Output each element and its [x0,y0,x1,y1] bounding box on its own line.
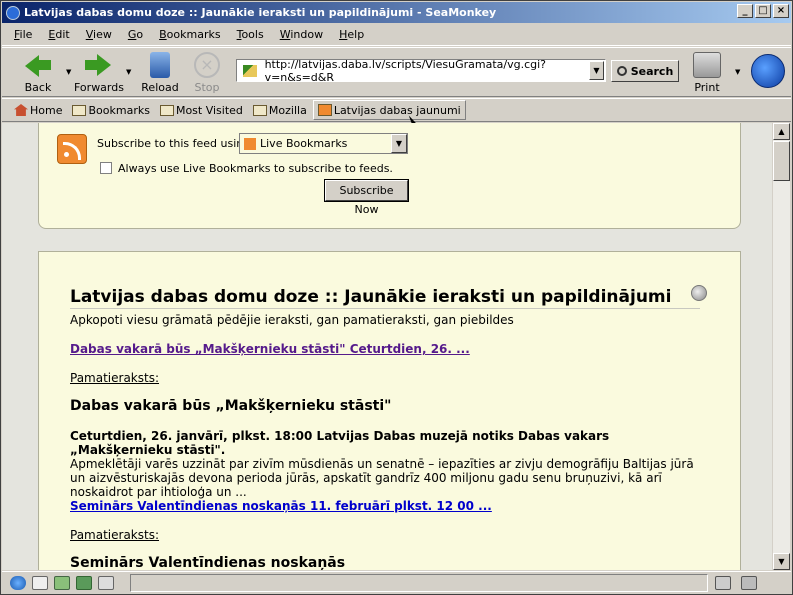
always-use-checkbox[interactable] [100,162,112,174]
rss-feed-icon [57,134,87,164]
home-icon [14,104,28,116]
scroll-down-icon[interactable]: ▼ [773,553,790,570]
maximize-button[interactable]: □ [755,4,771,18]
print-dropdown-icon[interactable]: ▼ [735,68,740,76]
menu-help[interactable]: Help [339,28,364,41]
stop-button[interactable]: × Stop [183,52,231,94]
folder-icon [72,104,87,116]
menu-tools[interactable]: Tools [237,28,264,41]
subscribe-label: Subscribe to this feed using [97,137,251,150]
forward-arrow-icon [84,52,112,78]
chat-icon[interactable] [76,575,92,590]
subscribe-now-button[interactable]: Subscribe Now [324,179,409,216]
forwards-button[interactable]: Forwards [74,52,124,94]
menu-window[interactable]: Window [280,28,323,41]
title-bar: Latvijas dabas domu doze :: Jaunākie ier… [2,2,791,23]
navigation-toolbar: Back ▼ Forwards ▼ Reload × Stop http://l… [2,47,791,97]
menu-go[interactable]: Go [128,28,143,41]
menu-view[interactable]: View [86,28,112,41]
folder-icon [159,104,174,116]
url-bar[interactable]: http://latvijas.daba.lv/scripts/ViesuGra… [236,57,606,84]
throbber-icon[interactable] [751,54,785,88]
address-book-icon[interactable] [98,575,114,590]
live-bookmarks-icon [244,137,256,150]
scroll-up-icon[interactable]: ▲ [773,123,790,140]
seamonkey-logo-icon [6,5,20,20]
feed-reader-select[interactable]: Live Bookmarks ▼ [239,133,408,154]
composer-icon[interactable] [54,575,70,590]
search-button[interactable]: Search [611,60,679,82]
menu-bookmarks[interactable]: Bookmarks [159,28,220,41]
vertical-scrollbar[interactable]: ▲ ▼ [773,123,790,570]
window-title: Latvijas dabas domu doze :: Jaunākie ier… [24,6,497,19]
page-content: Subscribe to this feed using Live Bookma… [2,123,772,570]
site-icon [243,64,257,77]
entry-link[interactable]: Dabas vakarā būs „Makšķernieku stāsti" C… [70,342,470,356]
bookmark-home[interactable]: Home [10,100,66,120]
chevron-down-icon[interactable]: ▼ [391,134,407,153]
security-lock-icon[interactable] [741,576,757,590]
back-arrow-icon [24,52,52,78]
page-subtitle: Apkopoti viesu grāmatā pēdējie ieraksti,… [70,313,514,327]
status-bar [2,571,791,593]
status-text [130,574,708,592]
folder-icon [252,104,267,116]
feed-folder-icon [317,104,332,116]
menu-edit[interactable]: Edit [48,28,69,41]
reload-icon [150,52,170,78]
print-button[interactable]: Print [687,52,727,94]
menu-file[interactable]: File [14,28,32,41]
entry-link[interactable]: Seminārs Valentīndienas noskaņās 11. feb… [70,499,492,513]
bookmarks-toolbar: Home Bookmarks Most Visited Mozilla Latv… [2,98,791,122]
entry-type-label: Pamatieraksts: [70,371,160,385]
globe-icon [691,285,707,301]
reload-button[interactable]: Reload [136,52,184,94]
browser-window: Latvijas dabas domu doze :: Jaunākie ier… [0,0,793,595]
entry-lead: Ceturtdien, 26. janvārī, plkst. 18:00 La… [70,429,610,457]
browser-globe-icon[interactable] [10,575,26,590]
url-text: http://latvijas.daba.lv/scripts/ViesuGra… [264,57,547,84]
always-use-label: Always use Live Bookmarks to subscribe t… [118,162,393,175]
back-button[interactable]: Back [14,52,62,94]
bookmark-mozilla[interactable]: Mozilla [249,100,311,120]
page-title: Latvijas dabas domu doze :: Jaunākie ier… [70,287,700,309]
forward-dropdown-icon[interactable]: ▼ [126,68,131,76]
search-icon [616,66,627,76]
close-button[interactable]: × [773,4,789,18]
feed-subscribe-box: Subscribe to this feed using Live Bookma… [38,123,741,229]
entry-body: Ceturtdien, 26. janvārī, plkst. 18:00 La… [70,429,710,499]
online-status-icon[interactable] [715,576,731,590]
back-dropdown-icon[interactable]: ▼ [66,68,71,76]
url-dropdown-icon[interactable]: ▼ [589,61,604,80]
entry-heading: Dabas vakarā būs „Makšķernieku stāsti" [70,398,392,414]
print-icon [693,52,721,78]
bookmark-bookmarks[interactable]: Bookmarks [68,100,153,120]
scroll-thumb[interactable] [773,141,790,181]
minimize-button[interactable]: _ [737,4,753,18]
feed-entries: Latvijas dabas domu doze :: Jaunākie ier… [38,251,741,570]
entry-heading: Seminārs Valentīndienas noskaņās [70,555,346,570]
menu-bar: File Edit View Go Bookmarks Tools Window… [2,24,791,46]
stop-icon: × [194,52,220,78]
entry-type-label: Pamatieraksts: [70,528,160,542]
bookmark-most-visited[interactable]: Most Visited [156,100,247,120]
bookmark-latvijas-dabas-jaunumi[interactable]: Latvijas dabas jaunumi [312,100,466,120]
entry-text: Apmeklētāji varēs uzzināt par zivīm mūsd… [70,457,694,499]
mail-icon[interactable] [32,575,48,590]
